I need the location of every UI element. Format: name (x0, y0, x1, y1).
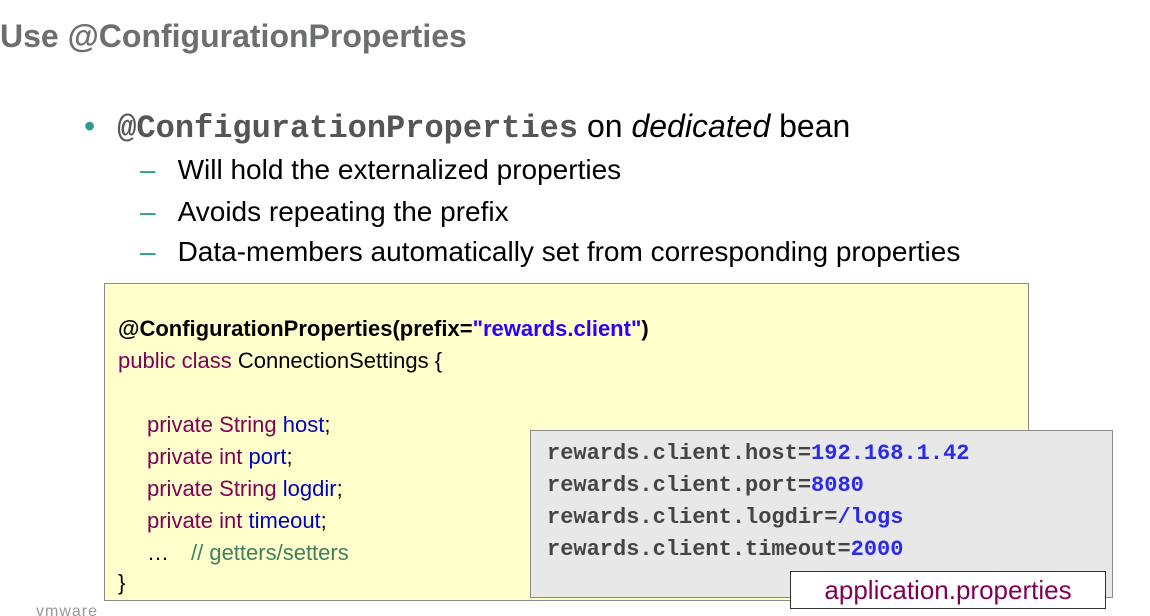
property-line: rewards.client.host=192.168.1.42 (547, 441, 969, 466)
sub-bullet: – Data-members automatically set from cor… (140, 236, 960, 268)
property-line: rewards.client.port=8080 (547, 473, 864, 498)
dash-icon: – (140, 236, 156, 267)
code-field-line: private String logdir; (147, 476, 343, 501)
properties-file-label: application.properties (790, 571, 1106, 609)
code-paren-close: ) (641, 316, 649, 341)
bullet-code: @ConfigurationProperties (117, 110, 579, 147)
property-value: 2000 (850, 537, 904, 562)
code-field-modifiers: private int (147, 508, 243, 533)
code-field-name: timeout (248, 508, 321, 533)
code-ellipsis: … (147, 540, 169, 565)
vmware-logo: vmware (36, 604, 99, 616)
code-comment-line: … // getters/setters (147, 540, 349, 566)
bullet-text-dedicated: dedicated (631, 108, 771, 144)
code-comment: // getters/setters (191, 540, 349, 565)
property-key: rewards.client.host= (547, 441, 812, 466)
code-field-modifiers: private int (147, 444, 243, 469)
property-value: 192.168.1.42 (811, 441, 970, 466)
slide-title: Use @ConfigurationProperties (0, 18, 467, 54)
property-value: /logs (837, 505, 904, 530)
code-annotation-line: @ConfigurationProperties(prefix="rewards… (118, 316, 649, 342)
code-field-modifiers: private String (147, 476, 277, 501)
bullet-dot-icon: • (84, 108, 96, 144)
code-class-line: public class ConnectionSettings { (118, 348, 442, 374)
code-field-line: private int timeout; (147, 508, 327, 533)
sub-bullet-text: Avoids repeating the prefix (177, 196, 509, 227)
code-closing-brace: } (118, 570, 126, 595)
code-paren-open: (prefix= (392, 316, 473, 341)
code-field-line: private int port; (147, 444, 293, 469)
code-class-keyword: public class (118, 348, 232, 373)
property-line: rewards.client.logdir=/logs (547, 505, 903, 530)
dash-icon: – (140, 154, 156, 185)
code-prefix-string: "rewards.client" (472, 316, 642, 341)
property-key: rewards.client.timeout= (547, 537, 851, 562)
property-key: rewards.client.port= (547, 473, 812, 498)
bullet-main: • @ConfigurationProperties on dedicated b… (84, 108, 850, 147)
bullet-text-on: on (578, 108, 632, 144)
bullet-text-bean: bean (770, 108, 851, 144)
property-key: rewards.client.logdir= (547, 505, 838, 530)
property-line: rewards.client.timeout=2000 (547, 537, 903, 562)
code-field-name: port (248, 444, 287, 469)
code-field-name: host (282, 412, 325, 437)
sub-bullet-text: Data-members automatically set from corr… (177, 236, 961, 267)
code-field-name: logdir (282, 476, 337, 501)
code-field-modifiers: private String (147, 412, 277, 437)
property-value: 8080 (811, 473, 864, 498)
dash-icon: – (140, 196, 156, 227)
code-field-line: private String host; (147, 412, 331, 437)
sub-bullet: – Avoids repeating the prefix (140, 196, 509, 228)
sub-bullet-text: Will hold the externalized properties (177, 154, 622, 185)
code-annotation: @ConfigurationProperties (118, 316, 393, 341)
sub-bullet: – Will hold the externalized properties (140, 154, 621, 186)
code-class-name: ConnectionSettings { (231, 348, 443, 373)
